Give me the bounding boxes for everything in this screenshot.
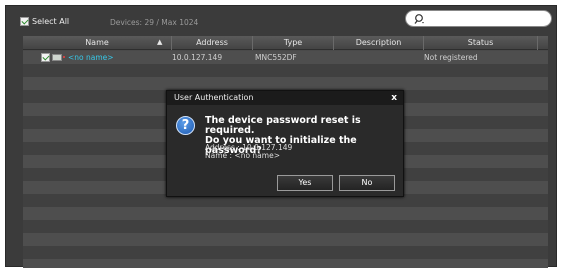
yes-button[interactable]: Yes (277, 175, 333, 191)
devices-count: Devices: 29 / Max 1024 (110, 18, 199, 27)
column-header-name[interactable]: Name (23, 36, 172, 50)
row-checkbox[interactable] (41, 53, 50, 62)
select-all-label: Select All (32, 17, 70, 26)
name-detail: Name : <no name> (205, 151, 280, 160)
column-header-address[interactable]: Address (172, 36, 253, 50)
no-button[interactable]: No (339, 175, 395, 191)
device-status: Not registered (424, 53, 478, 62)
search-input[interactable] (405, 10, 552, 27)
column-header-type[interactable]: Type (253, 36, 334, 50)
device-name-link[interactable]: <no name> (68, 51, 114, 64)
search-icon[interactable] (414, 13, 426, 25)
table-row[interactable]: <no name> 10.0.127.149 MNC552DF Not regi… (23, 51, 548, 64)
column-header-status[interactable]: Status (424, 36, 538, 50)
user-authentication-dialog: User Authentication x ? The device passw… (166, 90, 404, 197)
table-header: Name ▲ Address Type Description Status (23, 36, 548, 50)
close-icon[interactable]: x (391, 91, 397, 105)
dialog-title: User Authentication (167, 91, 403, 105)
device-details: Address : 10.0.127.149 Name : <no name> (205, 144, 292, 160)
checkbox-icon[interactable] (20, 17, 29, 26)
column-header-description[interactable]: Description (334, 36, 424, 50)
device-type: MNC552DF (255, 53, 297, 62)
device-address: 10.0.127.149 (172, 53, 223, 62)
toolbar: Select All Devices: 29 / Max 1024 (6, 6, 558, 32)
message-line: The device password reset is required. (205, 115, 361, 136)
camera-device-icon (52, 54, 65, 61)
question-icon: ? (176, 116, 195, 135)
select-all-checkbox[interactable]: Select All (20, 17, 69, 26)
sort-ascending-icon: ▲ (157, 38, 163, 46)
